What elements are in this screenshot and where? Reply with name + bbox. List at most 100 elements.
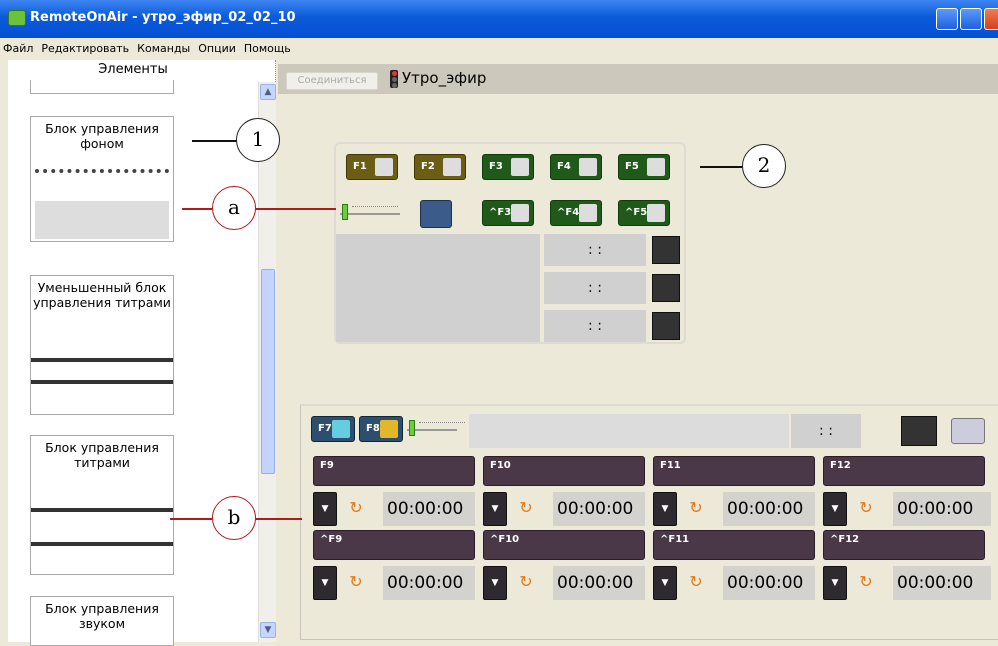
f4-button[interactable]: F4 (550, 154, 602, 180)
reload-icon[interactable]: ↻ (345, 498, 367, 520)
f5-button[interactable]: F5 (618, 154, 670, 180)
timer: 00:00:00 (553, 492, 645, 526)
elements-panel-header: Элементы (98, 62, 168, 77)
scroll-down-icon[interactable]: ▼ (260, 622, 276, 638)
reload-icon[interactable]: ↻ (515, 572, 537, 594)
dropdown-icon[interactable]: ▼ (823, 566, 847, 600)
dropdown-icon[interactable]: ▼ (653, 566, 677, 600)
elements-scrollbar[interactable]: ▲ ▼ (258, 82, 276, 642)
element-card-partial[interactable] (30, 80, 174, 94)
f3-button[interactable]: F3 (482, 154, 534, 180)
ctrl-f3-button[interactable]: ^F3 (482, 200, 534, 226)
f8-button[interactable]: F8 (359, 416, 403, 442)
menu-commands[interactable]: Команды (137, 42, 190, 55)
channel-f10[interactable]: F10 (483, 456, 645, 486)
callout-leader (170, 518, 212, 520)
callout-leader (700, 166, 742, 168)
reload-icon[interactable]: ↻ (855, 498, 877, 520)
stop-background-icon[interactable] (420, 200, 452, 228)
callout-leader (192, 140, 238, 142)
menu-file[interactable]: Файл (3, 42, 33, 55)
ctrl-f5-button[interactable]: ^F5 (618, 200, 670, 226)
time-cell: : : (544, 310, 646, 342)
channel-ctrl-f12[interactable]: ^F12 (823, 530, 985, 560)
dropdown-icon[interactable]: ▼ (823, 492, 847, 526)
element-card-small-titles[interactable]: Уменьшенный блок управления титрами (30, 275, 174, 415)
timer: 00:00:00 (893, 492, 991, 526)
callout-a: a (212, 186, 256, 230)
background-2-icon (579, 158, 597, 176)
f1-button[interactable]: F1 (346, 154, 398, 180)
element-card-background-control[interactable]: Блок управления фоном (30, 116, 174, 242)
dropdown-icon[interactable]: ▼ (313, 566, 337, 600)
menu-options[interactable]: Опции (198, 42, 236, 55)
workspace: F1 F2 F3 F4 F5 ^F3 ^F4 ^F5 : : : : : : F… (278, 94, 998, 642)
element-card-audio-control[interactable]: Блок управления звуком (30, 596, 174, 646)
ctrl-f5-label: ^F5 (625, 207, 648, 218)
dropdown-icon[interactable]: ▼ (313, 492, 337, 526)
titles-status-area (469, 414, 789, 448)
scroll-up-icon[interactable]: ▲ (260, 84, 276, 100)
card-thumbnail (31, 508, 173, 546)
channel-f9[interactable]: F9 (313, 456, 475, 486)
timer: 00:00:00 (893, 566, 991, 600)
reload-icon[interactable]: ↻ (685, 572, 707, 594)
titles-control-block: F7 F8 : : F9 F10 F11 F12 ▼ ↻ 00:00:00 ▼ … (300, 404, 998, 640)
card-thumbnail (31, 358, 173, 384)
timer: 00:00:00 (383, 492, 475, 526)
background-6-icon (647, 204, 665, 222)
f7-button[interactable]: F7 (311, 416, 355, 442)
menu-edit[interactable]: Редактировать (41, 42, 129, 55)
close-button[interactable] (984, 8, 998, 30)
reload-icon[interactable]: ↻ (515, 498, 537, 520)
card-title: Уменьшенный блок управления титрами (33, 280, 171, 310)
channel-f12[interactable]: F12 (823, 456, 985, 486)
channel-ctrl-f11[interactable]: ^F11 (653, 530, 815, 560)
titles-off-icon (380, 420, 398, 438)
timer: 00:00:00 (723, 492, 815, 526)
preview-area (336, 234, 540, 342)
reload-icon[interactable]: ↻ (345, 572, 367, 594)
dropdown-icon[interactable]: ▼ (653, 492, 677, 526)
timer: 00:00:00 (723, 566, 815, 600)
element-card-titles-control[interactable]: Блок управления титрами (30, 435, 174, 575)
titles-on-icon (332, 420, 350, 438)
clear-titles-icon[interactable] (951, 418, 985, 444)
card-thumbnail (35, 169, 169, 195)
background-5-icon (579, 204, 597, 222)
callout-b: b (212, 496, 256, 540)
ctrl-f4-button[interactable]: ^F4 (550, 200, 602, 226)
dropdown-icon[interactable]: ▼ (483, 492, 507, 526)
app-icon (8, 10, 26, 26)
reload-icon[interactable]: ↻ (855, 572, 877, 594)
volume-slider[interactable] (340, 200, 404, 226)
menu-bar: Файл Редактировать Команды Опции Помощь (0, 38, 998, 58)
callout-1: 1 (236, 118, 280, 162)
maximize-button[interactable] (960, 8, 982, 30)
connect-button[interactable]: Соединиться (286, 72, 378, 90)
f8-label: F8 (366, 423, 380, 434)
time-cell: : : (544, 234, 646, 266)
reload-icon[interactable]: ↻ (685, 498, 707, 520)
template-2-icon (443, 158, 461, 176)
channel-ctrl-f9[interactable]: ^F9 (313, 530, 475, 560)
menu-help[interactable]: Помощь (244, 42, 291, 55)
f3-label: F3 (489, 161, 503, 172)
callout-leader (256, 208, 336, 210)
traffic-light-icon (390, 70, 398, 88)
card-title: Блок управления звуком (45, 601, 159, 631)
elements-panel: Элементы Блок управления фоном Уменьшенн… (8, 60, 276, 646)
time-cell: : : (544, 272, 646, 304)
dropdown-icon[interactable]: ▼ (483, 566, 507, 600)
f2-button[interactable]: F2 (414, 154, 466, 180)
titles-volume-slider[interactable] (407, 416, 467, 442)
channel-ctrl-f10[interactable]: ^F10 (483, 530, 645, 560)
titles-status-indicator (901, 416, 937, 446)
toolbar: Соединиться Утро_эфир (278, 64, 998, 94)
title-bar: RemoteOnAir - утро_эфир_02_02_10 (0, 0, 998, 38)
scroll-thumb[interactable] (261, 269, 275, 474)
callout-leader (256, 518, 302, 520)
background-control-block: F1 F2 F3 F4 F5 ^F3 ^F4 ^F5 : : : : : : (334, 142, 686, 344)
channel-f11[interactable]: F11 (653, 456, 815, 486)
minimize-button[interactable] (936, 8, 958, 30)
